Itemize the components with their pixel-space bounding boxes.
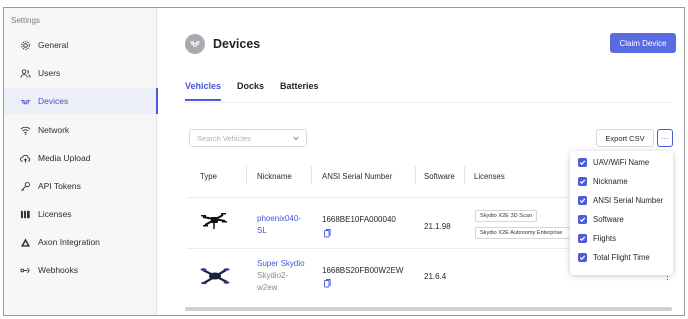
checkbox-checked-icon[interactable] — [578, 214, 587, 224]
column-header-software: Software — [424, 172, 455, 181]
column-option-ansi-serial-number[interactable]: ANSI Serial Number — [578, 193, 663, 207]
sidebar-item-users[interactable]: Users — [4, 60, 157, 86]
checkbox-checked-icon[interactable] — [578, 176, 587, 186]
vehicle-nickname-link[interactable]: phoenix040- SL — [257, 213, 301, 237]
serial-number: 1668BE10FA000040 — [322, 215, 396, 224]
software-version: 21.1.98 — [424, 222, 451, 231]
sidebar-item-label: Users — [38, 68, 61, 78]
tab-vehicles[interactable]: Vehicles — [185, 80, 222, 102]
column-option-uav-wifi-name[interactable]: UAV/WiFi Name — [578, 155, 649, 169]
app-window: Settings General Users Devices Network M… — [3, 7, 685, 316]
key-icon — [19, 180, 31, 192]
tab-docks[interactable]: Docks — [237, 80, 264, 102]
column-option-nickname[interactable]: Nickname — [578, 174, 628, 188]
checkbox-checked-icon[interactable] — [578, 157, 587, 167]
tabs-divider — [185, 102, 672, 103]
column-options-button[interactable]: ··· — [657, 129, 673, 147]
copy-icon[interactable] — [324, 279, 331, 290]
tab-batteries[interactable]: Batteries — [280, 80, 319, 102]
drone-image — [200, 209, 228, 233]
software-version: 21.6.4 — [424, 272, 447, 281]
sidebar-item-api-tokens[interactable]: API Tokens — [4, 173, 157, 199]
sidebar-item-axon-integration[interactable]: Axon Integration — [4, 229, 157, 255]
sidebar-item-label: Licenses — [38, 209, 72, 219]
sidebar-item-label: Network — [38, 125, 70, 135]
license-badge: Skydio X2E Autonomy Enterprise — [475, 227, 571, 239]
sidebar-item-network[interactable]: Network — [4, 117, 157, 143]
cloud-upload-icon — [19, 152, 31, 164]
gear-icon — [19, 39, 31, 51]
column-divider — [246, 166, 247, 184]
drone-image — [200, 264, 230, 290]
sidebar-item-label: Axon Integration — [38, 237, 100, 247]
chevron-down-icon[interactable] — [292, 134, 300, 144]
search-vehicles-select[interactable] — [189, 129, 307, 147]
sidebar-item-label: Webhooks — [38, 265, 79, 275]
drone-icon — [19, 95, 31, 107]
settings-sidebar: Settings General Users Devices Network M… — [4, 8, 158, 315]
sidebar-item-label: Devices — [38, 96, 69, 106]
sidebar-item-label: Media Upload — [38, 153, 91, 163]
checkbox-checked-icon[interactable] — [578, 233, 587, 243]
checkbox-checked-icon[interactable] — [578, 252, 587, 262]
axon-icon — [19, 236, 31, 248]
sidebar-item-general[interactable]: General — [4, 32, 157, 58]
license-icon — [19, 208, 31, 220]
column-header-nickname: Nickname — [257, 172, 292, 181]
sidebar-item-licenses[interactable]: Licenses — [4, 201, 157, 227]
sidebar-item-devices[interactable]: Devices — [4, 88, 158, 114]
users-icon — [19, 67, 31, 79]
checkbox-checked-icon[interactable] — [578, 195, 587, 205]
export-csv-button[interactable]: Export CSV — [596, 129, 654, 147]
column-option-flights[interactable]: Flights — [578, 231, 616, 245]
horizontal-scrollbar[interactable] — [185, 307, 672, 311]
wifi-icon — [19, 124, 31, 136]
devices-header-icon — [185, 34, 205, 54]
column-divider — [464, 166, 465, 184]
column-header-type: Type — [200, 172, 217, 181]
copy-icon[interactable] — [324, 229, 331, 240]
column-divider — [311, 166, 312, 184]
sidebar-item-label: General — [38, 40, 69, 50]
claim-device-button[interactable]: Claim Device — [610, 33, 676, 53]
column-header-serial: ANSI Serial Number — [322, 172, 393, 181]
license-badge: Skydio X2E 3D Scan — [475, 210, 537, 222]
column-header-licenses: Licenses — [474, 172, 505, 181]
sidebar-item-webhooks[interactable]: Webhooks — [4, 257, 157, 283]
sidebar-item-media-upload[interactable]: Media Upload — [4, 145, 157, 171]
column-option-total-flight-time[interactable]: Total Flight Time — [578, 250, 650, 264]
webhook-icon — [19, 264, 31, 276]
device-tabs: Vehicles Docks Batteries — [185, 80, 335, 102]
page-title: Devices — [213, 37, 261, 51]
column-option-software[interactable]: Software — [578, 212, 624, 226]
search-input[interactable] — [197, 133, 287, 143]
column-chooser-menu: UAV/WiFi Name Nickname ANSI Serial Numbe… — [570, 151, 673, 275]
sidebar-item-label: API Tokens — [38, 181, 81, 191]
serial-number: 1668BS20FB00W2EW — [322, 266, 404, 275]
column-divider — [415, 166, 416, 184]
main-panel: Devices Claim Device Vehicles Docks Batt… — [158, 8, 684, 315]
sidebar-title: Settings — [11, 16, 40, 25]
vehicle-nickname-link[interactable]: Super Skydio Skydio2- w2ew — [257, 258, 305, 294]
